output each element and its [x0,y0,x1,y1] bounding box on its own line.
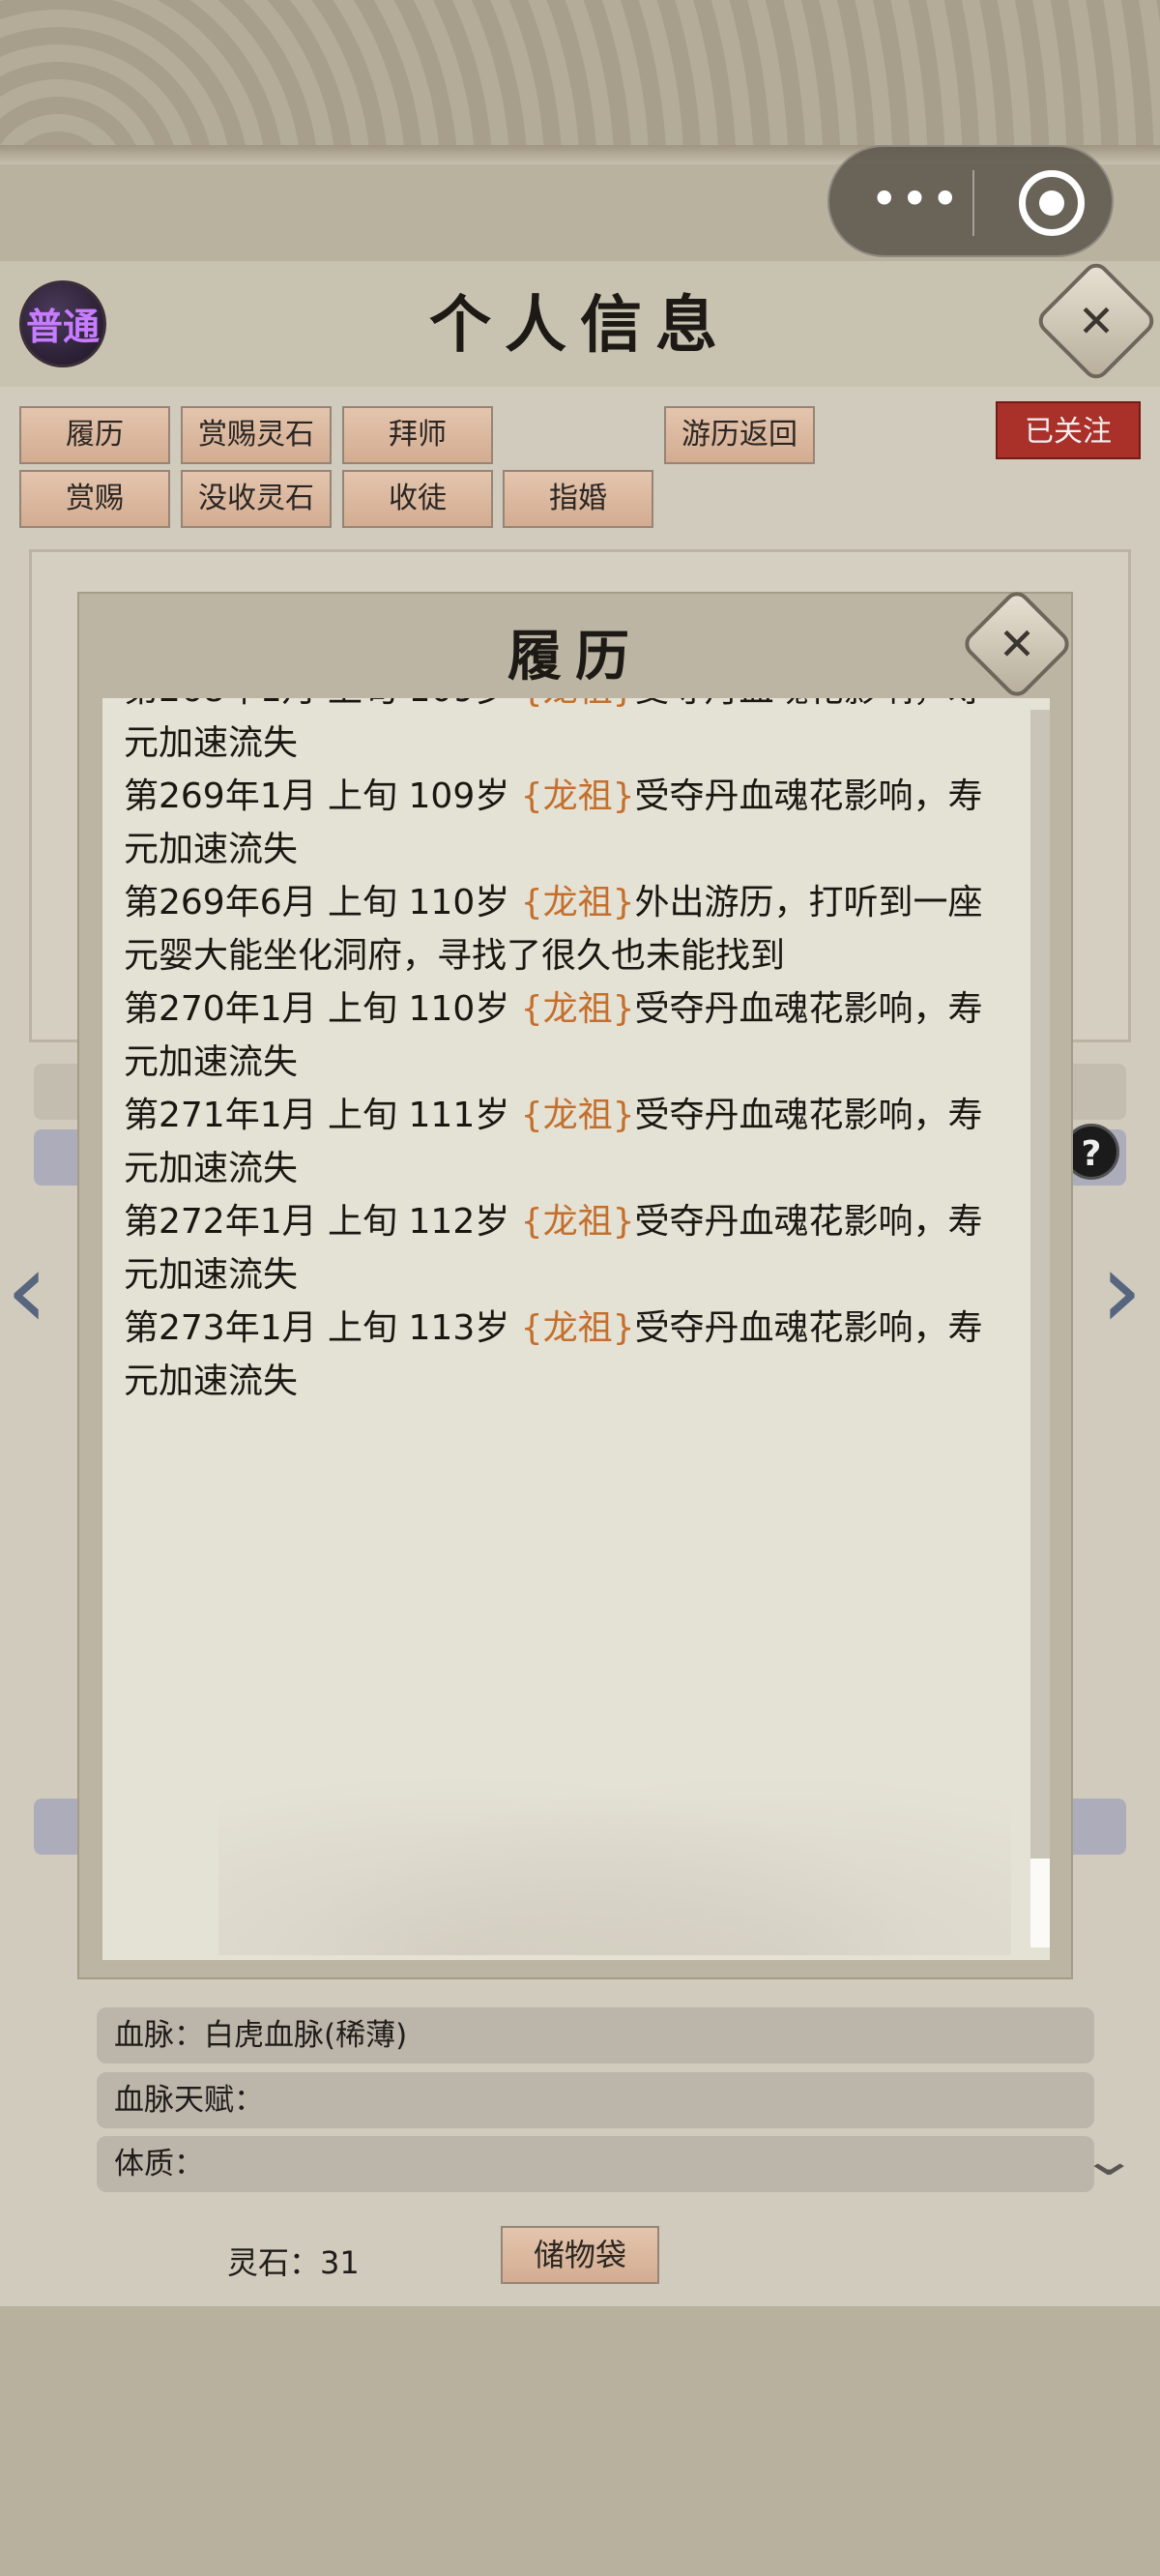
entry-date: 第271年1月 上旬 111岁 [124,1096,521,1135]
scrollbar[interactable] [1030,710,1050,1947]
close-icon: ✕ [998,618,1036,670]
grade-badge: 普通 [19,280,106,367]
history-entry: 第269年6月 上旬 110岁 {龙祖}外出游历，打听到一座元婴大能坐化洞府，寻… [124,876,1013,982]
entry-date: 第269年6月 上旬 110岁 [124,883,521,922]
entry-date: 第268年1月 上旬 109岁 [124,698,521,710]
close-icon: ✕ [1077,295,1116,347]
history-entry: 第271年1月 上旬 111岁 {龙祖}受夺丹血魂花影响，寿元加速流失 [124,1089,1013,1195]
modal-title: 履历 [508,625,643,688]
top-decorative-band [0,0,1160,164]
bottom-strip [0,2306,1160,2576]
history-entry: 第273年1月 上旬 113岁 {龙祖}受夺丹血魂花影响，寿元加速流失 [124,1302,1013,1408]
more-icon[interactable]: ••• [870,175,959,230]
entry-character-tag[interactable]: {龙祖} [521,883,635,922]
entry-date: 第269年1月 上旬 109岁 [124,776,521,816]
history-modal: 履历 第268年1月 上旬 109岁 {龙祖}受夺丹血魂花影响，寿元加速流失第2… [77,592,1073,1979]
page-title: 个人信息 [429,289,731,362]
history-entry: 第269年1月 上旬 109岁 {龙祖}受夺丹血魂花影响，寿元加速流失 [124,770,1013,876]
scroll-thumb[interactable] [1030,1859,1050,1947]
history-log-panel[interactable]: 第268年1月 上旬 109岁 {龙祖}受夺丹血魂花影响，寿元加速流失第269年… [102,698,1050,1960]
entry-character-tag[interactable]: {龙祖} [521,1202,635,1242]
history-entry: 第272年1月 上旬 112岁 {龙祖}受夺丹血魂花影响，寿元加速流失 [124,1195,1013,1302]
capsule-divider [972,170,974,236]
history-log-list[interactable]: 第268年1月 上旬 109岁 {龙祖}受夺丹血魂花影响，寿元加速流失第269年… [124,698,1013,1408]
close-miniprogram-icon[interactable] [1019,170,1085,236]
entry-date: 第270年1月 上旬 110岁 [124,989,521,1029]
history-entry: 第270年1月 上旬 110岁 {龙祖}受夺丹血魂花影响，寿元加速流失 [124,982,1013,1089]
miniprogram-capsule[interactable]: ••• [827,145,1114,257]
ink-mountain-background [218,1742,1011,1955]
entry-character-tag[interactable]: {龙祖} [521,989,635,1029]
entry-date: 第273年1月 上旬 113岁 [124,1308,521,1348]
entry-character-tag[interactable]: {龙祖} [521,1096,635,1135]
entry-date: 第272年1月 上旬 112岁 [124,1202,521,1242]
entry-character-tag[interactable]: {龙祖} [521,776,635,816]
history-entry: 第268年1月 上旬 109岁 {龙祖}受夺丹血魂花影响，寿元加速流失 [124,698,1013,770]
entry-character-tag[interactable]: {龙祖} [521,1308,635,1348]
entry-character-tag[interactable]: {龙祖} [521,698,635,710]
